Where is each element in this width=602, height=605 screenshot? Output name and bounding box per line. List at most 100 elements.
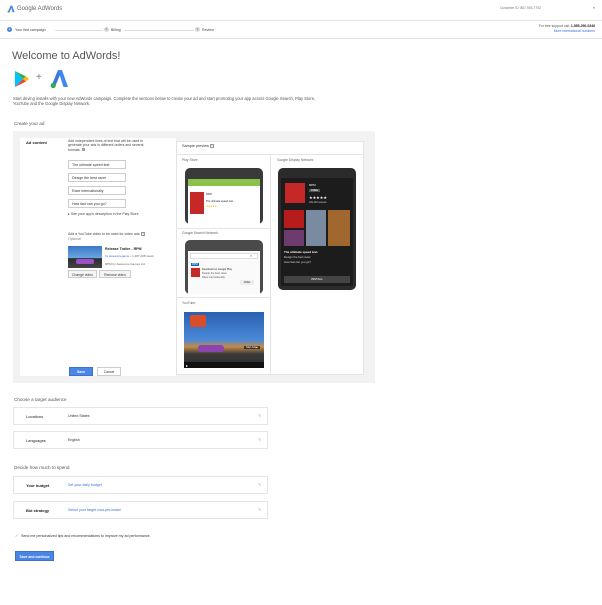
video-controls bbox=[184, 362, 264, 368]
gdn-reviews: 192,440 reviews bbox=[309, 201, 327, 204]
save-and-continue-button[interactable]: Save and continue bbox=[15, 551, 54, 561]
optional-label: Optional bbox=[68, 237, 82, 241]
gdn-free-badge: FREE bbox=[309, 189, 320, 192]
screenshot-thumb bbox=[284, 210, 304, 228]
video-meta: by awesomegame • 1,487,208 views bbox=[105, 254, 154, 258]
search-ad-line2: Design the best racer. bbox=[202, 272, 228, 275]
car-image bbox=[198, 345, 224, 352]
search-ad-line3: Race internationally. bbox=[202, 276, 226, 279]
video-instructions: Add a YouTube video to be used for video… bbox=[68, 232, 146, 236]
gdn-label: Google Display Network bbox=[277, 158, 314, 162]
adwords-logo-icon[interactable] bbox=[7, 5, 15, 13]
car-image bbox=[76, 259, 94, 264]
help-icon[interactable]: ? bbox=[141, 232, 146, 236]
search-label: Google Search Network bbox=[182, 231, 218, 235]
play-ad-line: The ultimate speed test. bbox=[206, 200, 234, 203]
screenshot-thumb bbox=[284, 230, 304, 246]
see-description-label: See your app's description in the Play S… bbox=[70, 212, 139, 216]
ad-line-input-2[interactable]: Design the best racer bbox=[68, 173, 126, 182]
budget-row[interactable] bbox=[13, 476, 268, 494]
locations-row[interactable] bbox=[13, 407, 268, 425]
support-label: For free support call: bbox=[538, 24, 570, 28]
youtube-label: YouTube bbox=[182, 301, 196, 305]
step-2-number: 2 bbox=[104, 27, 109, 32]
gdn-ad-line2: Design the best racer. bbox=[284, 255, 312, 259]
app-name: Google AdWords bbox=[17, 6, 63, 12]
step-1-number: 1 bbox=[7, 27, 12, 32]
play-icon[interactable]: ▸ bbox=[186, 363, 188, 368]
step-bar bbox=[0, 22, 602, 39]
cancel-button[interactable]: Cancel bbox=[97, 367, 121, 376]
play-store-label: Play Store bbox=[182, 158, 198, 162]
budget-link[interactable]: Set your daily budget bbox=[68, 483, 102, 487]
app-ad-image bbox=[190, 192, 204, 214]
top-header bbox=[0, 0, 602, 21]
create-ad-heading: Create your ad bbox=[14, 121, 45, 126]
save-button[interactable]: Save bbox=[69, 367, 93, 376]
play-store-icon bbox=[15, 71, 29, 87]
languages-row[interactable] bbox=[13, 431, 268, 449]
text-instructions-copy: Add independent lines of text that will … bbox=[68, 139, 144, 152]
install-button[interactable]: INSTALL bbox=[284, 276, 350, 283]
step-3-label: Review bbox=[202, 27, 214, 32]
help-icon[interactable]: ? bbox=[81, 147, 86, 152]
video-instructions-copy: Add a YouTube video to be used for video… bbox=[68, 232, 141, 236]
search-bar bbox=[190, 253, 258, 259]
intro-text: Start driving installs with your new AdW… bbox=[13, 96, 316, 107]
plus-sign: + bbox=[36, 72, 42, 83]
gdn-app-name: RPM bbox=[309, 183, 316, 187]
step-1-label: Your first campaign bbox=[15, 27, 46, 32]
text-instructions: Add independent lines of text that will … bbox=[68, 139, 154, 152]
support-phone: For free support call: 1-855-290-0346 bbox=[525, 24, 595, 28]
gdn-ad-line3: How fast can you go? bbox=[284, 259, 311, 264]
see-description-link[interactable]: ▸ See your app's description in the Play… bbox=[68, 212, 139, 216]
video-thumbnail[interactable] bbox=[68, 246, 102, 268]
video-channel[interactable]: by awesomegame bbox=[105, 254, 129, 258]
help-icon[interactable]: ? bbox=[210, 144, 214, 148]
change-video-button[interactable]: Change video bbox=[68, 270, 97, 278]
edit-icon[interactable]: ✎ bbox=[258, 507, 261, 512]
spend-heading: Decide how much to spend bbox=[14, 465, 70, 470]
step-connector bbox=[124, 29, 194, 31]
page-title: Welcome to AdWords! bbox=[12, 50, 121, 62]
video-views: 1,487,208 views bbox=[132, 254, 154, 258]
bid-strategy-link[interactable]: Select your target cost-per-install bbox=[68, 508, 121, 512]
divider bbox=[176, 228, 270, 229]
support-number: 1-855-290-0346 bbox=[570, 24, 595, 28]
ad-line-input-4[interactable]: How fast can you go? bbox=[68, 199, 126, 208]
gdn-ad-line: The ultimate speed test. bbox=[284, 250, 319, 254]
ad-line-input-3[interactable]: Race internationally bbox=[68, 186, 126, 195]
play-ad-app: RPM bbox=[206, 193, 212, 196]
play-ad-stars: ★★★★★ bbox=[206, 205, 217, 208]
tips-checkbox-label[interactable]: Send me personalized tips and recommenda… bbox=[21, 534, 151, 538]
ad-line-input-1[interactable]: The ultimate speed test bbox=[68, 160, 126, 169]
bid-strategy-row[interactable] bbox=[13, 501, 268, 519]
divider bbox=[176, 297, 270, 298]
bid-strategy-label: Bid strategy bbox=[26, 508, 50, 513]
budget-label: Your budget bbox=[26, 483, 50, 488]
edit-icon[interactable]: ✎ bbox=[258, 413, 261, 418]
step-3-number: 3 bbox=[195, 27, 200, 32]
search-ad-line1: Download on Google Play bbox=[202, 268, 232, 271]
chevron-down-icon[interactable]: ▾ bbox=[593, 6, 595, 10]
locations-value: United States bbox=[68, 414, 90, 418]
preview-title-text: Sample preview bbox=[182, 144, 210, 148]
play-toolbar bbox=[188, 179, 260, 186]
intl-numbers-link[interactable]: More international numbers bbox=[525, 29, 595, 33]
locations-label: Locations bbox=[26, 414, 44, 419]
audience-heading: Choose a target audience bbox=[14, 397, 67, 402]
adwords-big-icon bbox=[50, 70, 68, 89]
tips-checkbox[interactable]: ✓ bbox=[15, 533, 18, 538]
languages-label: Languages bbox=[26, 438, 46, 443]
search-free-button[interactable]: FREE bbox=[240, 280, 254, 285]
edit-icon[interactable]: ✎ bbox=[258, 437, 261, 442]
rpm-logo bbox=[190, 315, 206, 327]
skip-ad-button[interactable]: Skip Ad ▶| bbox=[244, 346, 261, 349]
screenshot-thumb bbox=[306, 210, 326, 246]
remove-video-button[interactable]: Remove video bbox=[99, 270, 131, 278]
step-connector bbox=[55, 29, 103, 31]
gdn-app-icon bbox=[285, 183, 305, 203]
edit-icon[interactable]: ✎ bbox=[258, 482, 261, 487]
customer-id[interactable]: Customer ID: 867-993-7792 bbox=[500, 6, 541, 10]
languages-value: English bbox=[68, 438, 80, 442]
